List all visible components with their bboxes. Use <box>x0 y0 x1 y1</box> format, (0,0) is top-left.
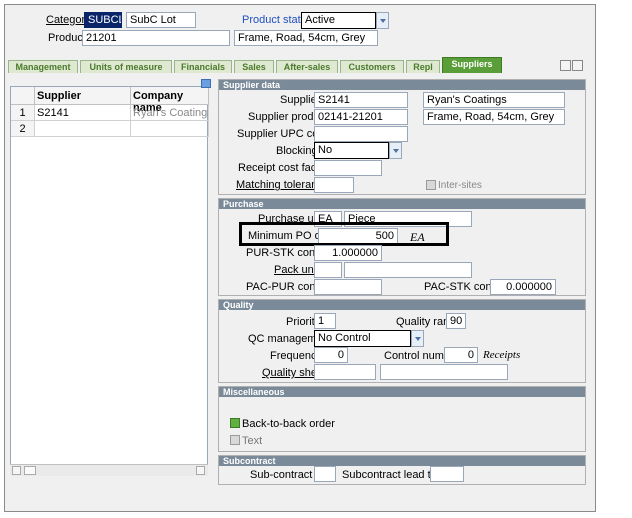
pac-pur-field[interactable] <box>314 279 382 295</box>
pack-unit-label[interactable]: Pack unit <box>274 264 319 276</box>
row-number: 2 <box>11 121 35 137</box>
chevron-down-icon[interactable] <box>411 330 424 347</box>
control-number-field[interactable]: 0 <box>444 347 478 363</box>
subcontract-lead-field[interactable] <box>430 466 464 482</box>
suppliers-grid: Supplier Company name 1 S2141 Ryan's Coa… <box>10 86 209 476</box>
back-to-back-label: Back-to-back order <box>242 418 335 430</box>
blocking-label: Blocking <box>276 145 318 157</box>
section-title: Purchase <box>219 199 585 209</box>
tab-after-sales[interactable]: After-sales <box>276 60 338 73</box>
tab-scroll-right-icon[interactable] <box>572 60 583 71</box>
receipt-cost-field[interactable] <box>314 160 382 176</box>
subcontract-alt-field[interactable] <box>314 466 336 482</box>
section-title: Quality <box>219 300 585 310</box>
tab-sales[interactable]: Sales <box>234 60 274 73</box>
qc-management-value: No Control <box>318 332 371 344</box>
section-title: Miscellaneous <box>219 387 585 397</box>
inter-sites-checkbox[interactable] <box>426 180 436 190</box>
category-code-field[interactable]: SUBCL <box>84 12 122 28</box>
inter-sites-label: Inter-sites <box>438 180 482 191</box>
matching-tolerance-field[interactable] <box>314 177 354 193</box>
section-title: Supplier data <box>219 80 585 90</box>
product-label: Product <box>48 32 86 44</box>
pac-stk-label: PAC-STK conv <box>424 281 498 293</box>
scroll-left-icon[interactable] <box>12 466 21 475</box>
table-row-supplier[interactable]: S2141 <box>35 105 131 121</box>
highlight-box <box>239 222 449 246</box>
blocking-value: No <box>318 144 333 156</box>
pur-stk-label: PUR-STK conv <box>246 247 321 259</box>
table-row-company <box>131 121 209 137</box>
scroll-thumb[interactable] <box>24 466 36 475</box>
supplier-code-field[interactable]: S2141 <box>314 92 408 108</box>
quality-rank-field[interactable]: 90 <box>446 313 466 329</box>
pack-unit-name-field <box>344 262 472 278</box>
supplier-name-field: Ryan's Coatings <box>423 92 565 108</box>
pac-stk-field[interactable]: 0.000000 <box>490 279 556 295</box>
grid-corner <box>11 87 35 105</box>
blocking-combo[interactable]: No <box>314 142 402 159</box>
text-label: Text <box>242 435 263 447</box>
category-name-field: SubC Lot <box>126 12 196 28</box>
tab-units-of-measure[interactable]: Units of measure <box>80 60 172 73</box>
pack-unit-code-field[interactable] <box>314 262 342 278</box>
pac-pur-label: PAC-PUR conv <box>246 281 321 293</box>
qc-management-combo[interactable]: No Control <box>314 330 424 347</box>
upc-field[interactable] <box>314 126 408 142</box>
table-row-supplier[interactable] <box>35 121 131 137</box>
pur-stk-field[interactable]: 1.000000 <box>314 245 382 261</box>
row-number: 1 <box>11 105 35 121</box>
supplier-product-field[interactable]: 02141-21201 <box>314 109 408 125</box>
grid-refresh-icon[interactable] <box>201 79 211 88</box>
back-to-back-checkbox[interactable] <box>230 418 240 428</box>
col-header-company[interactable]: Company name <box>131 87 209 114</box>
tab-bar: Management Units of measure Financials S… <box>8 57 584 74</box>
frequency-field[interactable]: 0 <box>314 347 348 363</box>
table-row-company: Ryan's Coatings <box>131 105 209 121</box>
text-checkbox[interactable] <box>230 435 240 445</box>
tab-suppliers[interactable]: Suppliers <box>442 57 502 73</box>
quality-sheet-name-field <box>380 364 508 380</box>
product-status-combo[interactable]: Active <box>301 12 389 29</box>
tab-management[interactable]: Management <box>8 60 78 73</box>
tab-financials[interactable]: Financials <box>174 60 232 73</box>
product-desc-field: Frame, Road, 54cm, Grey <box>234 30 378 46</box>
priority-field[interactable]: 1 <box>314 313 336 329</box>
quality-sheet-code-field[interactable] <box>314 364 376 380</box>
supplier-product-desc-field: Frame, Road, 54cm, Grey <box>423 109 565 125</box>
section-title: Subcontract <box>219 456 585 466</box>
product-status-value: Active <box>305 14 335 26</box>
chevron-down-icon[interactable] <box>389 142 402 159</box>
col-header-supplier[interactable]: Supplier <box>35 87 131 105</box>
tab-scroll-left-icon[interactable] <box>560 60 571 71</box>
chevron-down-icon[interactable] <box>376 12 389 29</box>
receipts-label: Receipts <box>483 349 521 361</box>
tab-repl[interactable]: Repl <box>406 60 440 73</box>
tab-customers[interactable]: Customers <box>340 60 404 73</box>
product-code-field[interactable]: 21201 <box>82 30 230 46</box>
scroll-right-icon[interactable] <box>196 466 205 475</box>
grid-horizontal-scrollbar[interactable] <box>10 464 208 476</box>
